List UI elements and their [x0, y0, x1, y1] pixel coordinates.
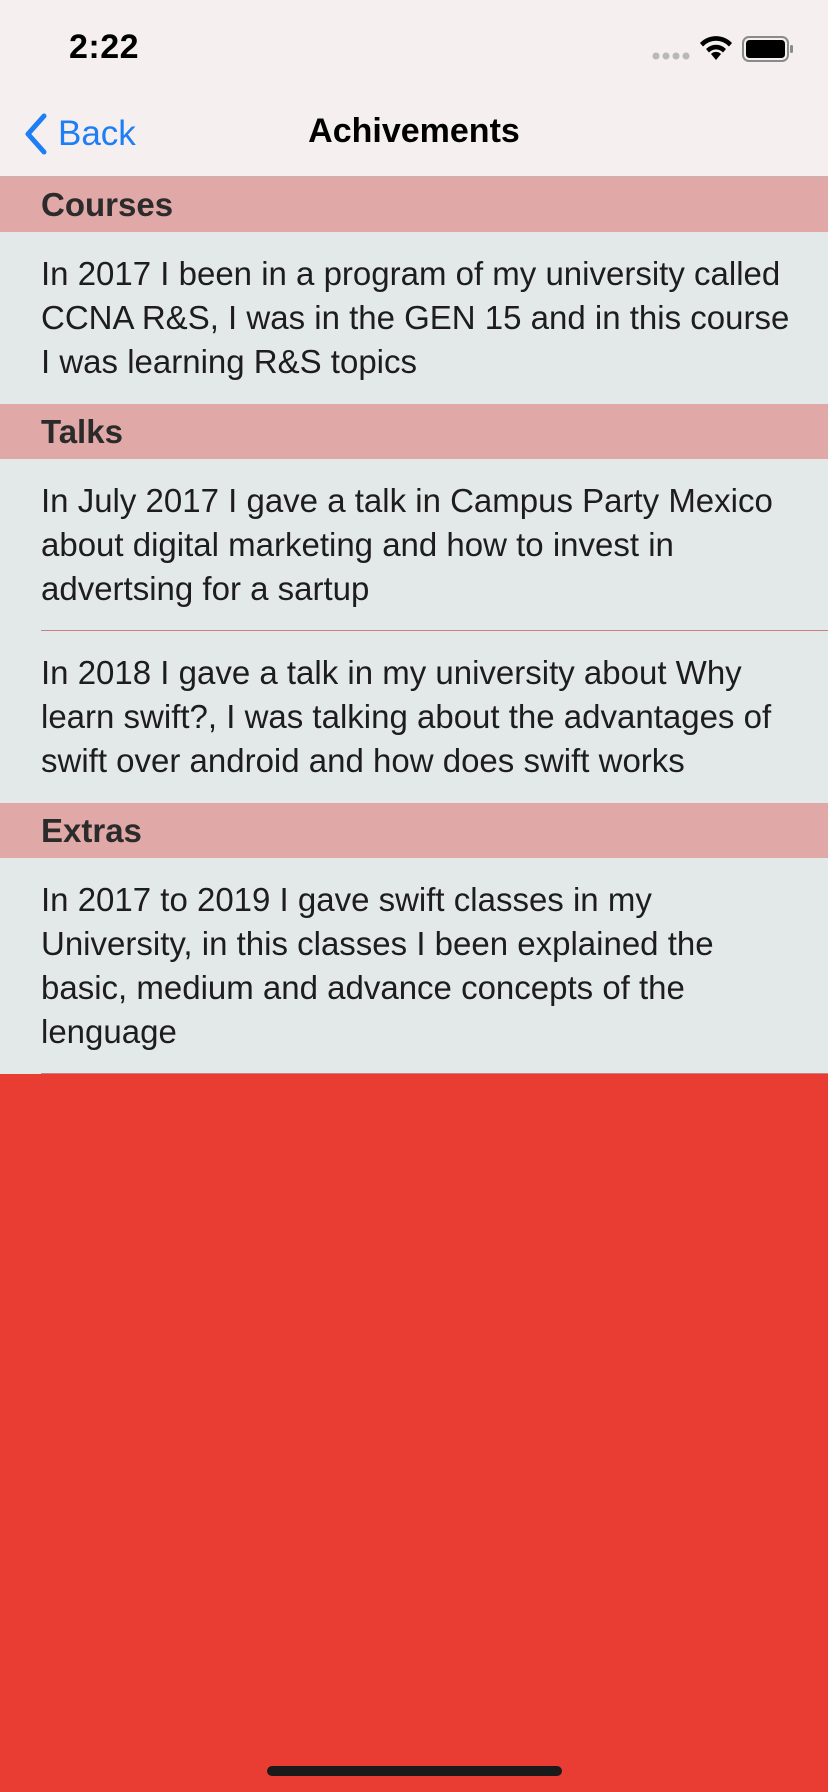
- status-bar: 2:22: [0, 0, 828, 92]
- section-header-talks: Talks: [0, 404, 828, 459]
- list-item[interactable]: In July 2017 I gave a talk in Campus Par…: [0, 459, 828, 631]
- section-header-courses: Courses: [0, 177, 828, 232]
- cellular-signal-icon: [652, 52, 690, 60]
- navigation-bar: Back Achivements: [0, 92, 828, 177]
- wifi-icon: [700, 36, 732, 60]
- achievements-list: Courses In 2017 I been in a program of m…: [0, 177, 828, 1074]
- list-item[interactable]: In 2017 to 2019 I gave swift classes in …: [0, 858, 828, 1074]
- battery-icon: [742, 36, 793, 62]
- status-time: 2:22: [69, 28, 140, 66]
- home-indicator[interactable]: [267, 1766, 562, 1776]
- list-item[interactable]: In 2017 I been in a program of my univer…: [0, 232, 828, 404]
- page-title: Achivements: [308, 112, 520, 150]
- section-header-extras: Extras: [0, 803, 828, 858]
- list-item[interactable]: In 2018 I gave a talk in my university a…: [0, 631, 828, 803]
